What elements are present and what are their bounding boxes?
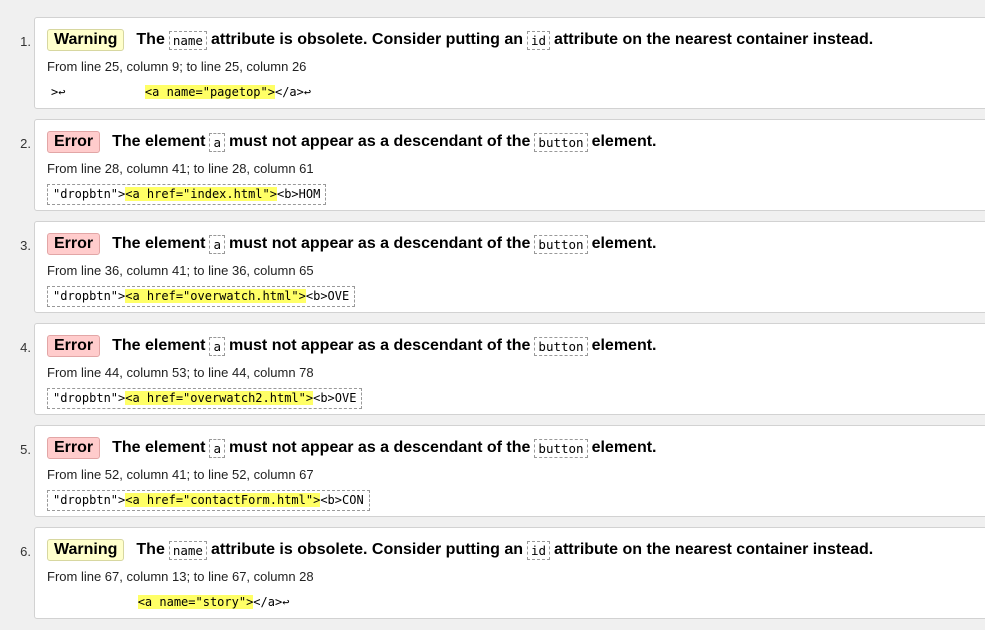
message-text: must not appear as a descendant of the	[229, 337, 531, 354]
message-item: 1. Warning The name attribute is obsolet…	[20, 17, 985, 109]
message-number: 4.	[20, 340, 31, 355]
message-location: From line 52, column 41; to line 52, col…	[47, 467, 314, 482]
extract-before: >↩	[51, 85, 145, 99]
extract-after: </a>↩	[253, 595, 290, 609]
message-text: element.	[591, 235, 657, 252]
message-item: 6. Warning The name attribute is obsolet…	[20, 527, 985, 619]
code-token: button	[534, 336, 588, 356]
code-extract: "dropbtn"><a href="contactForm.html"><b>…	[47, 490, 370, 511]
message-location: From line 44, column 53; to line 44, col…	[47, 365, 314, 380]
message-text: The element	[112, 133, 206, 150]
extract-highlight: <a href="overwatch2.html">	[125, 391, 314, 405]
extract-highlight: <a href="overwatch.html">	[125, 289, 306, 303]
warning-badge: Warning	[47, 539, 125, 561]
error-badge: Error	[47, 233, 101, 255]
message-text: The element	[112, 337, 206, 354]
message-number: 3.	[20, 238, 31, 253]
code-token: button	[534, 438, 588, 458]
message-heading: Error The element a must not appear as a…	[47, 233, 657, 255]
message-number: 1.	[20, 34, 31, 49]
message-text: The element	[112, 235, 206, 252]
extract-after: <b>OVE	[313, 391, 357, 405]
extract-highlight: <a href="contactForm.html">	[125, 493, 321, 507]
extract-after: </a>↩	[274, 85, 312, 99]
code-token: id	[526, 30, 551, 50]
extract-before: "dropbtn">	[53, 289, 126, 303]
message-heading: Error The element a must not appear as a…	[47, 131, 657, 153]
message-text: The	[136, 541, 165, 558]
message-text: The	[136, 31, 165, 48]
extract-highlight: <a name="pagetop">	[144, 85, 275, 99]
code-token: a	[209, 234, 226, 254]
error-badge: Error	[47, 131, 101, 153]
extract-after: <b>CON	[320, 493, 364, 507]
code-token: a	[209, 132, 226, 152]
extract-before: "dropbtn">	[53, 391, 126, 405]
extract-before: "dropbtn">	[53, 493, 126, 507]
message-text: The element	[112, 439, 206, 456]
message-heading: Error The element a must not appear as a…	[47, 335, 657, 357]
message-text: must not appear as a descendant of the	[229, 235, 531, 252]
extract-after: <b>OVE	[305, 289, 350, 303]
extract-highlight: <a name="story">	[137, 595, 254, 609]
message-number: 6.	[20, 544, 31, 559]
code-extract: <a name="story"></a>↩	[47, 592, 293, 612]
message-text: must not appear as a descendant of the	[229, 133, 531, 150]
message-item: 5. Error The element a must not appear a…	[20, 425, 985, 517]
message-text: attribute on the nearest container inste…	[554, 31, 874, 48]
message-heading: Warning The name attribute is obsolete. …	[47, 539, 873, 561]
message-text: must not appear as a descendant of the	[229, 439, 531, 456]
message-heading: Error The element a must not appear as a…	[47, 437, 657, 459]
code-extract: "dropbtn"><a href="overwatch2.html"><b>O…	[47, 388, 363, 409]
message-number: 5.	[20, 442, 31, 457]
extract-before	[51, 595, 138, 609]
code-token: name	[168, 30, 207, 50]
code-token: name	[168, 540, 207, 560]
message-text: attribute is obsolete. Consider putting …	[210, 31, 523, 48]
code-extract: >↩ <a name="pagetop"></a>↩	[47, 82, 315, 102]
message-item: 2. Error The element a must not appear a…	[20, 119, 985, 211]
message-item: 3. Error The element a must not appear a…	[20, 221, 985, 313]
code-token: id	[526, 540, 551, 560]
code-token: button	[534, 234, 588, 254]
message-location: From line 25, column 9; to line 25, colu…	[47, 59, 307, 74]
message-location: From line 36, column 41; to line 36, col…	[47, 263, 314, 278]
message-item: 4. Error The element a must not appear a…	[20, 323, 985, 415]
message-heading: Warning The name attribute is obsolete. …	[47, 29, 873, 51]
code-token: a	[209, 438, 226, 458]
message-text: element.	[591, 337, 657, 354]
extract-before: "dropbtn">	[53, 187, 126, 201]
error-badge: Error	[47, 437, 101, 459]
code-token: button	[534, 132, 588, 152]
extract-after: <b>HOM	[276, 187, 321, 201]
code-token: a	[209, 336, 226, 356]
code-extract: "dropbtn"><a href="overwatch.html"><b>OV…	[47, 286, 356, 307]
warning-badge: Warning	[47, 29, 125, 51]
message-number: 2.	[20, 136, 31, 151]
message-text: attribute on the nearest container inste…	[554, 541, 874, 558]
error-badge: Error	[47, 335, 101, 357]
message-location: From line 67, column 13; to line 67, col…	[47, 569, 314, 584]
message-text: element.	[591, 133, 657, 150]
message-text: element.	[591, 439, 657, 456]
message-location: From line 28, column 41; to line 28, col…	[47, 161, 314, 176]
code-extract: "dropbtn"><a href="index.html"><b>HOM	[47, 184, 327, 205]
extract-highlight: <a href="index.html">	[125, 187, 277, 201]
message-text: attribute is obsolete. Consider putting …	[210, 541, 523, 558]
